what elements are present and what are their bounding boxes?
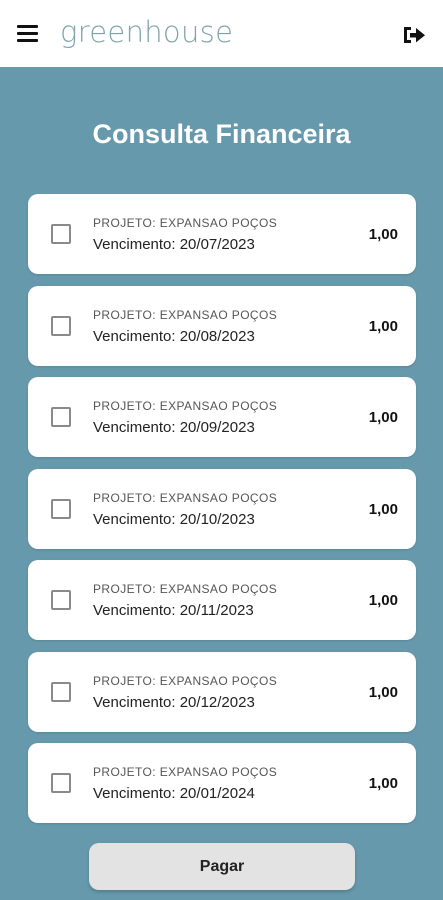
project-label: PROJETO: EXPANSAO POÇOS	[93, 673, 278, 688]
amount-value: 1,00	[368, 409, 398, 426]
due-date: Vencimento: 20/10/2023	[93, 510, 255, 528]
amount-value: 1,00	[368, 775, 398, 792]
due-date: Vencimento: 20/08/2023	[93, 327, 255, 345]
brand-logo: greenhouse	[60, 15, 234, 49]
payment-list: PROJETO: EXPANSAO POÇOS Vencimento: 20/0…	[28, 194, 416, 835]
payment-card[interactable]: PROJETO: EXPANSAO POÇOS Vencimento: 20/0…	[28, 194, 416, 274]
amount-value: 1,00	[368, 500, 398, 518]
payment-checkbox[interactable]	[51, 773, 71, 793]
payment-card[interactable]: PROJETO: EXPANSAO POÇOS Vencimento: 20/0…	[28, 377, 416, 457]
project-label: PROJETO: EXPANSAO POÇOS	[93, 216, 278, 230]
due-date: Vencimento: 20/11/2023	[93, 602, 254, 619]
project-label: PROJETO: EXPANSAO POÇOS	[93, 765, 278, 779]
app-header: greenhouse	[0, 0, 443, 67]
payment-checkbox[interactable]	[51, 224, 71, 244]
project-label: PROJETO: EXPANSAO POÇOS	[93, 490, 278, 505]
hamburger-menu-icon[interactable]	[17, 25, 38, 43]
project-label: PROJETO: EXPANSAO POÇOS	[93, 399, 278, 413]
payment-checkbox[interactable]	[51, 315, 71, 336]
payment-checkbox[interactable]	[51, 681, 71, 702]
payment-card[interactable]: PROJETO: EXPANSAO POÇOS Vencimento: 20/1…	[28, 651, 416, 732]
payment-card[interactable]: PROJETO: EXPANSAO POÇOS Vencimento: 20/0…	[28, 285, 416, 366]
pay-button[interactable]: Pagar	[89, 843, 355, 890]
due-date: Vencimento: 20/07/2023	[93, 236, 255, 253]
payment-checkbox[interactable]	[51, 498, 71, 519]
project-label: PROJETO: EXPANSAO POÇOS	[93, 582, 278, 596]
sign-out-icon[interactable]	[401, 24, 427, 46]
page-title: Consulta Financeira	[92, 119, 351, 149]
amount-value: 1,00	[368, 683, 398, 701]
due-date: Vencimento: 20/09/2023	[93, 419, 255, 436]
due-date: Vencimento: 20/12/2023	[93, 693, 255, 711]
payment-card[interactable]: PROJETO: EXPANSAO POÇOS Vencimento: 20/1…	[28, 560, 416, 640]
payment-checkbox[interactable]	[51, 590, 71, 610]
payment-card[interactable]: PROJETO: EXPANSAO POÇOS Vencimento: 20/1…	[28, 468, 416, 549]
project-label: PROJETO: EXPANSAO POÇOS	[93, 307, 278, 322]
due-date: Vencimento: 20/01/2024	[93, 785, 255, 802]
amount-value: 1,00	[368, 592, 398, 609]
amount-value: 1,00	[368, 226, 398, 243]
payment-checkbox[interactable]	[51, 407, 71, 427]
amount-value: 1,00	[368, 317, 398, 335]
payment-card[interactable]: PROJETO: EXPANSAO POÇOS Vencimento: 20/0…	[28, 743, 416, 823]
